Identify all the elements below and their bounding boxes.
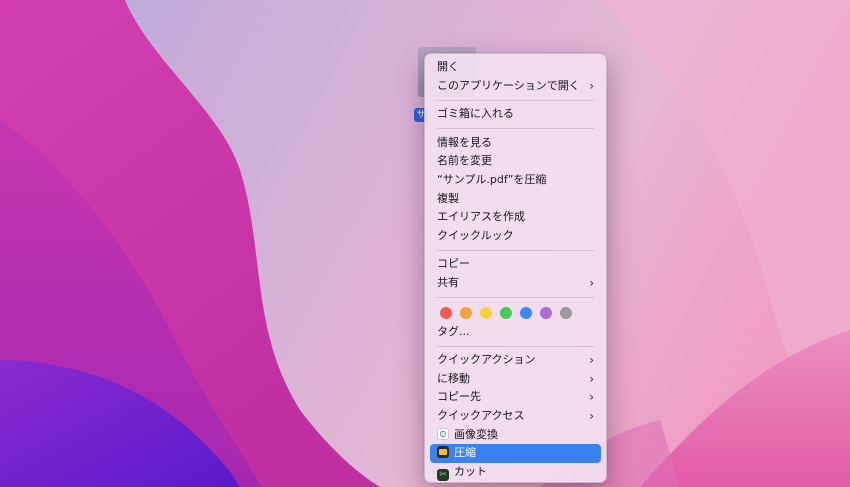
menu-separator: [437, 249, 594, 251]
menu-item-copy-to[interactable]: コピー先 ›: [430, 388, 601, 407]
menu-item-open[interactable]: 開く: [430, 58, 601, 77]
menu-item-label: タグ...: [437, 324, 470, 338]
menu-item-label: 共有: [437, 275, 459, 289]
green-tag-dot[interactable]: [500, 306, 512, 319]
orange-tag-dot[interactable]: [460, 306, 472, 319]
menu-item-compress-app[interactable]: 圧縮: [430, 444, 601, 463]
menu-separator: [437, 345, 594, 347]
menu-item-label: 開く: [437, 60, 459, 73]
menu-item-rename[interactable]: 名前を変更: [430, 152, 601, 171]
menu-separator: [437, 297, 594, 299]
image-convert-icon: [437, 427, 449, 440]
menu-item-label: 画像変換: [454, 427, 498, 441]
menu-item-compress-file[interactable]: “サンプル.pdf”を圧縮: [430, 171, 601, 190]
menu-item-label: カット: [454, 464, 487, 478]
chevron-right-icon: ›: [589, 408, 594, 423]
chevron-right-icon: ›: [589, 275, 594, 290]
menu-item-tags[interactable]: タグ...: [430, 323, 601, 342]
menu-item-make-alias[interactable]: エイリアスを作成: [430, 208, 601, 227]
menu-item-label: 情報を見る: [437, 135, 492, 149]
menu-item-quick-actions[interactable]: クイックアクション ›: [430, 351, 601, 370]
menu-item-label: 複製: [437, 191, 459, 205]
menu-item-label: 圧縮: [454, 446, 476, 460]
menu-item-label: コピー先: [437, 390, 481, 404]
menu-item-share[interactable]: 共有 ›: [430, 274, 601, 293]
menu-item-label: エイリアスを作成: [437, 210, 525, 224]
menu-item-label: “サンプル.pdf”を圧縮: [437, 172, 547, 186]
menu-item-label: コピー: [437, 257, 470, 271]
chevron-right-icon: ›: [589, 78, 594, 93]
blue-tag-dot[interactable]: [520, 306, 532, 319]
menu-item-duplicate[interactable]: 複製: [430, 190, 601, 209]
menu-separator: [437, 99, 594, 101]
menu-item-label: クイックアクセス: [437, 408, 525, 422]
chevron-right-icon: ›: [589, 353, 594, 368]
menu-item-move-to[interactable]: に移動 ›: [430, 370, 601, 389]
yellow-tag-dot[interactable]: [480, 306, 492, 319]
menu-item-get-info[interactable]: 情報を見る: [430, 134, 601, 153]
cut-app-icon: ✂: [437, 468, 449, 481]
chevron-right-icon: ›: [589, 390, 594, 405]
menu-item-label: ゴミ箱に入れる: [437, 107, 514, 121]
compress-app-icon: [437, 446, 449, 459]
menu-item-image-convert[interactable]: 画像変換: [430, 426, 601, 445]
purple-tag-dot[interactable]: [540, 306, 552, 319]
menu-item-cut[interactable]: ✂ カット: [430, 463, 601, 482]
menu-item-copy[interactable]: コピー: [430, 255, 601, 274]
tag-color-row: [430, 303, 601, 323]
chevron-right-icon: ›: [589, 371, 594, 386]
context-menu: 開く このアプリケーションで開く › ゴミ箱に入れる 情報を見る 名前を変更 “…: [424, 53, 607, 483]
red-tag-dot[interactable]: [440, 306, 452, 319]
menu-item-label: クイックアクション: [437, 353, 536, 367]
menu-item-quick-access[interactable]: クイックアクセス ›: [430, 407, 601, 426]
menu-item-label: に移動: [437, 371, 470, 385]
menu-item-label: 名前を変更: [437, 154, 492, 168]
menu-item-label: このアプリケーションで開く: [437, 78, 580, 92]
menu-item-open-with[interactable]: このアプリケーションで開く ›: [430, 77, 601, 96]
gray-tag-dot[interactable]: [560, 306, 572, 319]
menu-separator: [437, 128, 594, 130]
menu-item-move-to-trash[interactable]: ゴミ箱に入れる: [430, 105, 601, 124]
menu-item-label: クイックルック: [437, 228, 514, 242]
menu-item-quick-look[interactable]: クイックルック: [430, 227, 601, 246]
